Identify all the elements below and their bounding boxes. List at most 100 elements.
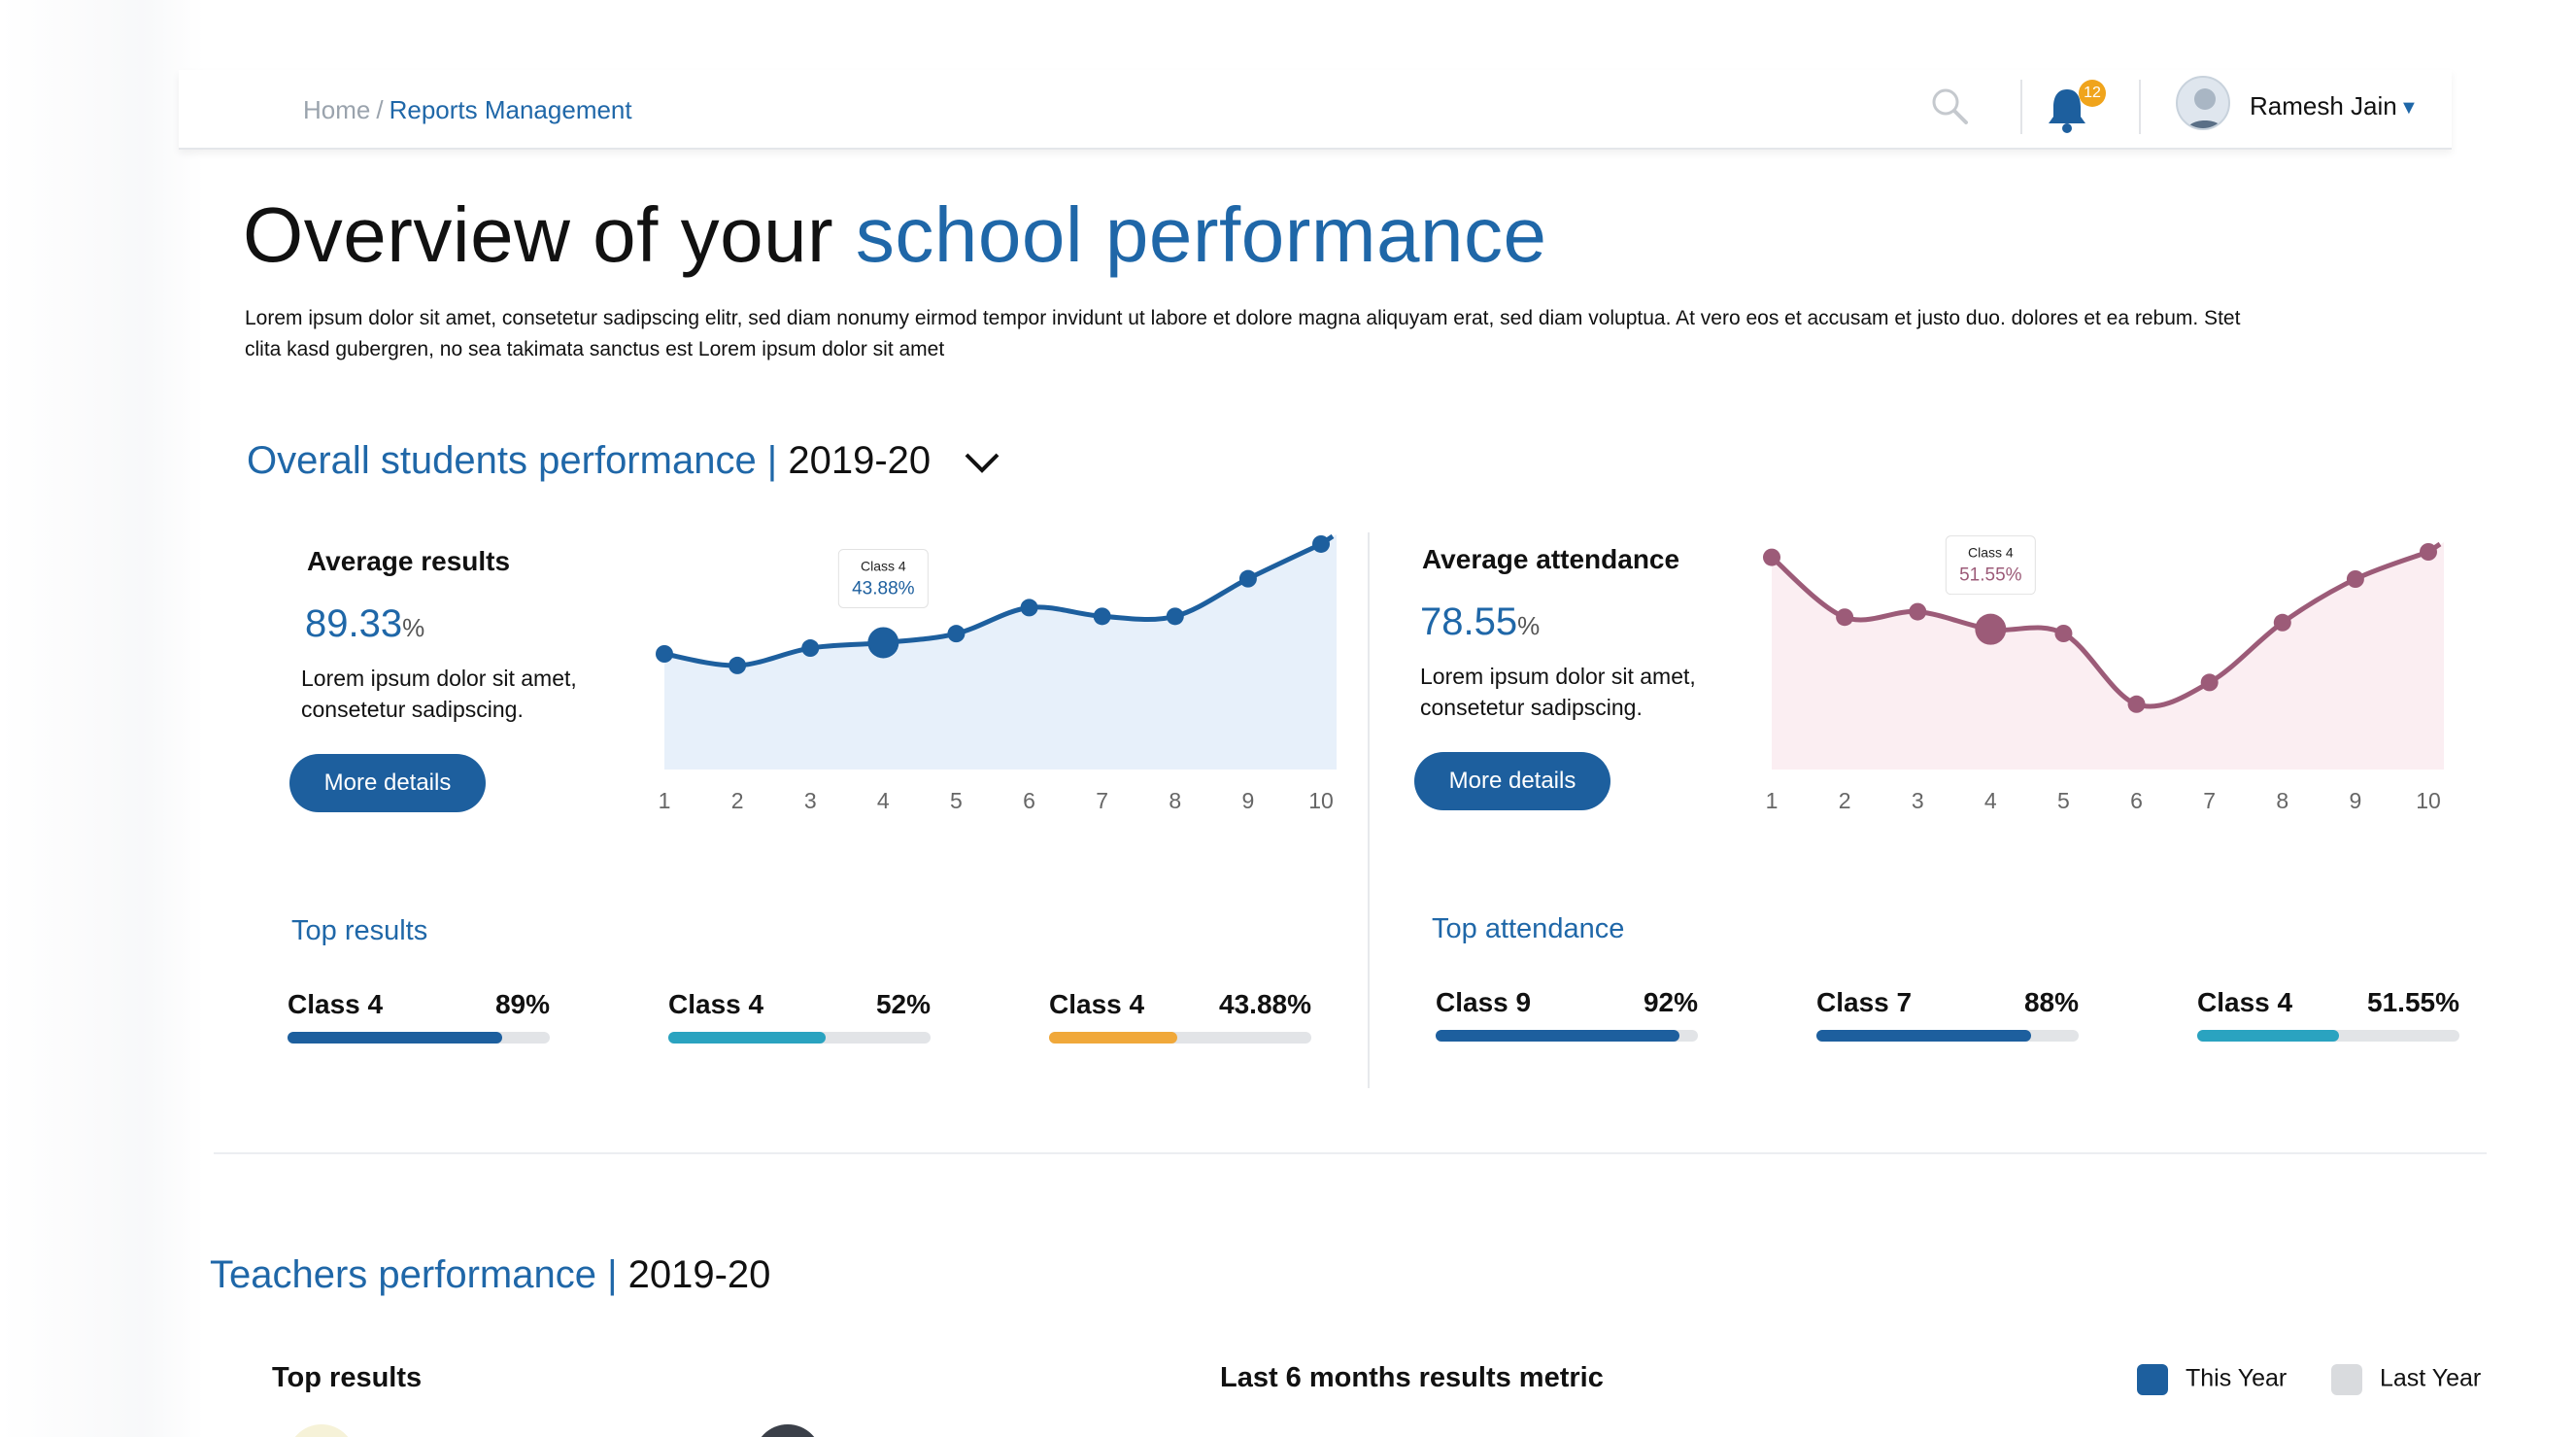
teachers-year: 2019-20 [627, 1253, 771, 1296]
legend-label-last-year: Last Year [2380, 1364, 2482, 1392]
top-result-value: 43.88% [1219, 989, 1311, 1019]
chart-x-tick-label: 6 [2130, 788, 2143, 813]
chart-data-point [2420, 543, 2437, 561]
chart-x-tick-label: 10 [1308, 788, 1334, 813]
user-menu-caret-icon[interactable]: ▼ [2399, 97, 2419, 120]
average-attendance-description: Lorem ipsum dolor sit amet, consetetur s… [1420, 664, 1696, 720]
page-edge-shadow [0, 0, 204, 1437]
top-attendance-progress-fill [1816, 1030, 2032, 1042]
chart-data-point [1763, 548, 1780, 566]
chart-x-tick-label: 5 [2057, 788, 2070, 813]
teacher-avatar-peek [754, 1424, 822, 1437]
chart-x-tick-label: 2 [1839, 788, 1851, 813]
top-results-heading: Top results [291, 915, 428, 946]
chart-x-tick-label: 3 [804, 788, 817, 813]
students-year: 2019-20 [788, 439, 932, 482]
top-attendance-class-name: Class 9 [1436, 987, 1532, 1017]
results-more-details-button[interactable]: More details [289, 754, 486, 812]
chart-data-point [729, 656, 747, 674]
top-attendance-progress-track [1436, 1030, 1698, 1042]
chart-x-tick-label: 10 [2416, 788, 2441, 813]
attendance-more-details-button[interactable]: More details [1414, 752, 1610, 810]
chart-data-point [2054, 625, 2073, 642]
average-results-chart: 1 2 3 4 5 6 7 8 9 10 Class 4 43.88% [656, 533, 1337, 813]
chart-tooltip-value: 51.55% [1959, 565, 2022, 586]
chart-area-fill [1772, 542, 2444, 770]
chart-x-tick-label: 4 [1984, 788, 1997, 813]
breadcrumb-current: Reports Management [389, 95, 632, 124]
top-result-class-name: Class 4 [288, 989, 384, 1019]
chart-data-point [2127, 695, 2146, 713]
teacher-avatar-peek [288, 1424, 356, 1437]
user-name[interactable]: Ramesh Jain [2250, 91, 2397, 121]
chart-x-tick-label: 9 [1241, 788, 1254, 813]
top-attendance-heading: Top attendance [1432, 913, 1625, 944]
chart-data-point [801, 639, 820, 658]
breadcrumb-separator: / [376, 95, 384, 124]
teachers-top-results-title: Top results [272, 1362, 423, 1393]
average-attendance-number: 78.55 [1420, 600, 1518, 643]
chart-data-point [947, 625, 966, 643]
top-result-progress-fill [1049, 1032, 1178, 1044]
chart-tooltip: Class 4 51.55% [1945, 535, 2036, 596]
search-icon[interactable] [1927, 84, 1974, 130]
chart-data-point [1093, 607, 1111, 626]
chart-data-point [2273, 613, 2291, 632]
average-attendance-value: 78.55% [1420, 600, 1540, 644]
top-attendance-progress-track [1816, 1030, 2079, 1042]
average-results-value: 89.33% [305, 602, 424, 646]
section-divider [214, 1152, 2487, 1154]
average-attendance-title: Average attendance [1422, 544, 1680, 574]
top-attendance-item: Class 9 92% [1436, 987, 1698, 1045]
top-attendance-progress-fill [1436, 1030, 1680, 1042]
teachers-heading-label: Teachers performance | [210, 1253, 618, 1296]
year-select-chevron-down-icon[interactable] [963, 441, 1001, 485]
chart-x-tick-label: 2 [731, 788, 744, 813]
page-title: Overview of your school performance [243, 190, 1547, 280]
breadcrumb: Home / Reports Management [303, 95, 632, 125]
top-attendance-progress-track [2197, 1030, 2459, 1042]
top-bar: Home / Reports Management 12 Ramesh Jain ▼ [179, 70, 2452, 150]
legend-swatch-last-year [2331, 1364, 2362, 1395]
chart-data-point [867, 627, 899, 659]
chart-data-point [1836, 608, 1854, 627]
top-result-value: 89% [494, 989, 550, 1019]
chart-data-point [1312, 534, 1330, 553]
chart-data-point [1909, 602, 1927, 621]
results-metric-title: Last 6 months results metric [1220, 1362, 1604, 1393]
breadcrumb-home-link[interactable]: Home [303, 95, 370, 124]
average-attendance-chart: 1 2 3 4 5 6 7 8 9 10 Class 4 51.55% [1763, 535, 2444, 813]
page-intro: Lorem ipsum dolor sit amet, consetetur s… [245, 307, 2241, 360]
chart-x-tick-label: 7 [2203, 788, 2216, 813]
top-result-progress-track [288, 1032, 550, 1044]
top-result-progress-track [668, 1032, 931, 1044]
students-section-heading: Overall students performance | 2019-20 [247, 439, 1001, 485]
top-result-class-name: Class 4 [668, 989, 764, 1019]
header-divider [2020, 80, 2022, 134]
chart-x-tick-label: 9 [2349, 788, 2361, 813]
chart-x-tick-label: 1 [659, 788, 671, 813]
chart-data-point [656, 645, 673, 663]
legend-swatch-this-year [2137, 1364, 2168, 1395]
top-result-class-name: Class 4 [1049, 989, 1145, 1019]
chart-x-tick-label: 5 [950, 788, 963, 813]
top-attendance-value: 51.55% [2367, 987, 2459, 1017]
user-avatar[interactable] [2176, 76, 2230, 130]
chart-area-fill [664, 533, 1337, 770]
top-attendance-item: Class 7 88% [1816, 987, 2079, 1045]
chart-x-tick-label: 6 [1023, 788, 1035, 813]
top-result-value: 52% [875, 989, 931, 1019]
top-result-item: Class 4 52% [668, 989, 931, 1047]
top-result-progress-fill [668, 1032, 826, 1044]
chart-tooltip-label: Class 4 [861, 558, 906, 573]
chart-x-tick-label: 8 [1169, 788, 1181, 813]
top-attendance-class-name: Class 7 [1816, 987, 1913, 1017]
chart-data-point [2346, 570, 2364, 588]
chart-data-point [2200, 673, 2219, 692]
chart-x-tick-label: 1 [1766, 788, 1779, 813]
chart-data-point [1166, 607, 1184, 626]
notifications-button[interactable]: 12 [2044, 78, 2106, 136]
chart-x-tick-label: 8 [2276, 788, 2288, 813]
top-result-item: Class 4 89% [288, 989, 550, 1047]
top-attendance-value: 92% [1643, 987, 1698, 1017]
